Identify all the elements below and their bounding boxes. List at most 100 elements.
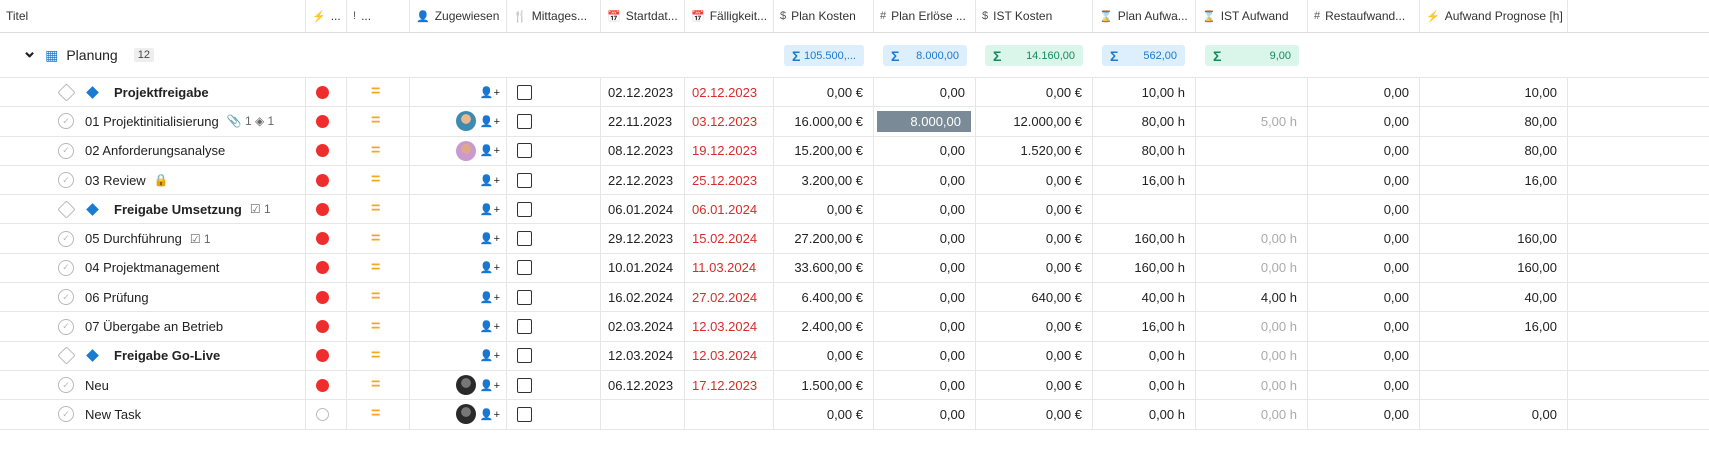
priority-cell[interactable]: =	[347, 195, 410, 224]
ist-aufwand-cell[interactable]	[1196, 165, 1308, 195]
column-header-0[interactable]: Titel	[0, 0, 306, 32]
restaufwand-cell[interactable]: 0,00	[1308, 283, 1420, 312]
status-dot-cell[interactable]	[306, 107, 347, 136]
table-row[interactable]: ✓ 01 Projektinitialisierung 📎 1 ◈ 1 = 👤+ 22.1…	[0, 107, 1709, 137]
due-date-cell[interactable]: 11.03.2024	[685, 253, 774, 283]
start-date-cell[interactable]: 02.12.2023	[601, 78, 685, 107]
status-dot-icon[interactable]	[316, 320, 329, 334]
checkbox[interactable]	[517, 406, 532, 422]
priority-medium-icon[interactable]: =	[371, 289, 380, 305]
task-status-icon[interactable]: ✓	[58, 318, 74, 335]
task-title[interactable]: Freigabe Go-Live	[114, 348, 220, 363]
restaufwand-cell[interactable]: 0,00	[1308, 195, 1420, 224]
due-date-cell[interactable]: 19.12.2023	[685, 136, 774, 165]
table-row[interactable]: ✓ 02 Anforderungsanalyse = 👤+ 08.12.2023 19.1…	[0, 136, 1709, 166]
status-dot-cell[interactable]	[306, 341, 347, 370]
priority-medium-icon[interactable]: =	[371, 201, 380, 217]
assignee-cell[interactable]: 👤+	[410, 283, 507, 312]
plan-kosten-cell[interactable]: 3.200,00 €	[774, 165, 874, 195]
due-date-cell[interactable]: 15.02.2024	[685, 224, 774, 253]
due-date-cell[interactable]: 03.12.2023	[685, 107, 774, 136]
task-status-icon[interactable]: ✓	[58, 230, 74, 247]
plan-aufwand-cell[interactable]: 80,00 h	[1093, 107, 1196, 136]
priority-cell[interactable]: =	[347, 341, 410, 370]
plan-kosten-cell[interactable]: 6.400,00 €	[774, 283, 874, 312]
plan-aufwand-cell[interactable]: 16,00 h	[1093, 165, 1196, 195]
mittagessen-cell[interactable]	[507, 195, 601, 224]
column-header-12[interactable]: ⌛ IST Aufwand	[1196, 0, 1308, 32]
task-title[interactable]: 03 Review	[85, 173, 146, 188]
milestone-status-icon[interactable]	[57, 346, 76, 366]
ist-aufwand-cell[interactable]: 5,00 h	[1196, 107, 1308, 136]
add-user-icon[interactable]: 👤+	[480, 232, 500, 245]
group-title[interactable]: ⌄ ▦ Planung 12	[22, 33, 302, 77]
task-status-icon[interactable]: ✓	[58, 172, 74, 189]
add-user-icon[interactable]: 👤+	[480, 261, 500, 274]
restaufwand-cell[interactable]: 0,00	[1308, 224, 1420, 253]
plan-kosten-cell[interactable]: 27.200,00 €	[774, 224, 874, 253]
plan-erloese-cell[interactable]: 0,00	[874, 341, 976, 370]
priority-cell[interactable]: =	[347, 283, 410, 312]
status-dot-icon[interactable]	[316, 378, 329, 392]
mittagessen-cell[interactable]	[507, 107, 601, 136]
task-title[interactable]: 06 Prüfung	[85, 290, 149, 305]
plan-aufwand-cell[interactable]: 0,00 h	[1093, 370, 1196, 400]
task-title[interactable]: 07 Übergabe an Betrieb	[85, 319, 223, 334]
mittagessen-cell[interactable]	[507, 136, 601, 165]
checkbox[interactable]	[517, 319, 532, 335]
mittagessen-cell[interactable]	[507, 253, 601, 283]
ist-kosten-cell[interactable]: 0,00 €	[976, 253, 1093, 283]
restaufwand-cell[interactable]: 0,00	[1308, 253, 1420, 283]
plan-kosten-cell[interactable]: 0,00 €	[774, 341, 874, 370]
priority-cell[interactable]: =	[347, 370, 410, 400]
aufwand-prognose-cell[interactable]	[1420, 195, 1568, 224]
priority-medium-icon[interactable]: =	[371, 318, 380, 334]
ist-aufwand-cell[interactable]: 0,00 h	[1196, 341, 1308, 370]
title-cell[interactable]: ✓ New Task	[0, 400, 306, 429]
due-date-cell[interactable]: 06.01.2024	[685, 195, 774, 224]
plan-erloese-cell[interactable]: 0,00	[874, 370, 976, 400]
task-title[interactable]: 01 Projektinitialisierung	[85, 114, 219, 129]
plan-aufwand-cell[interactable]: 0,00 h	[1093, 341, 1196, 370]
add-user-icon[interactable]: 👤+	[480, 320, 500, 333]
column-header-2[interactable]: !...	[347, 0, 410, 32]
column-header-10[interactable]: $ IST Kosten	[976, 0, 1093, 32]
title-cell[interactable]: ✓ 01 Projektinitialisierung 📎 1 ◈ 1	[0, 107, 306, 136]
status-dot-icon[interactable]	[316, 85, 329, 99]
priority-medium-icon[interactable]: =	[371, 142, 380, 158]
add-user-icon[interactable]: 👤+	[480, 86, 500, 99]
priority-cell[interactable]: =	[347, 136, 410, 165]
aufwand-prognose-cell[interactable]: 80,00	[1420, 107, 1568, 136]
column-header-11[interactable]: ⌛ Plan Aufwa...	[1093, 0, 1196, 32]
start-date-cell[interactable]: 16.02.2024	[601, 283, 685, 312]
start-date-cell[interactable]: 06.12.2023	[601, 370, 685, 400]
due-date-cell[interactable]: 02.12.2023	[685, 78, 774, 107]
aufwand-prognose-cell[interactable]: 16,00	[1420, 165, 1568, 195]
task-title[interactable]: Projektfreigabe	[114, 85, 209, 100]
status-dot-cell[interactable]	[306, 195, 347, 224]
start-date-cell[interactable]: 22.12.2023	[601, 165, 685, 195]
priority-medium-icon[interactable]: =	[371, 230, 380, 246]
task-status-icon[interactable]: ✓	[58, 406, 74, 423]
aufwand-prognose-cell[interactable]: 16,00	[1420, 312, 1568, 341]
restaufwand-cell[interactable]: 0,00	[1308, 136, 1420, 165]
status-dot-cell[interactable]	[306, 136, 347, 165]
plan-erloese-cell[interactable]: 0,00	[874, 165, 976, 195]
column-header-1[interactable]: ⚡...	[306, 0, 347, 32]
plan-erloese-cell[interactable]: 0,00	[874, 283, 976, 312]
checkbox[interactable]	[517, 113, 532, 129]
task-title[interactable]: 04 Projektmanagement	[85, 260, 219, 275]
chevron-down-icon[interactable]: ⌄	[22, 41, 37, 62]
column-header-7[interactable]: 📅 Fälligkeit...	[685, 0, 774, 32]
status-dot-icon[interactable]	[316, 290, 329, 304]
checkbox[interactable]	[517, 289, 532, 305]
plan-kosten-cell[interactable]: 0,00 €	[774, 400, 874, 429]
add-user-icon[interactable]: 👤+	[480, 408, 500, 421]
plan-aufwand-cell[interactable]	[1093, 195, 1196, 224]
column-header-14[interactable]: ⚡ Aufwand Prognose [h]	[1420, 0, 1568, 32]
aufwand-prognose-cell[interactable]: 160,00	[1420, 253, 1568, 283]
add-user-icon[interactable]: 👤+	[480, 144, 500, 157]
title-cell[interactable]: Projektfreigabe	[0, 78, 306, 107]
table-row[interactable]: ✓ New Task = 👤+ 0,00 € 0,00 0,00 € 0,00 h 0,00 h…	[0, 400, 1709, 430]
assignee-cell[interactable]: 👤+	[410, 107, 507, 136]
